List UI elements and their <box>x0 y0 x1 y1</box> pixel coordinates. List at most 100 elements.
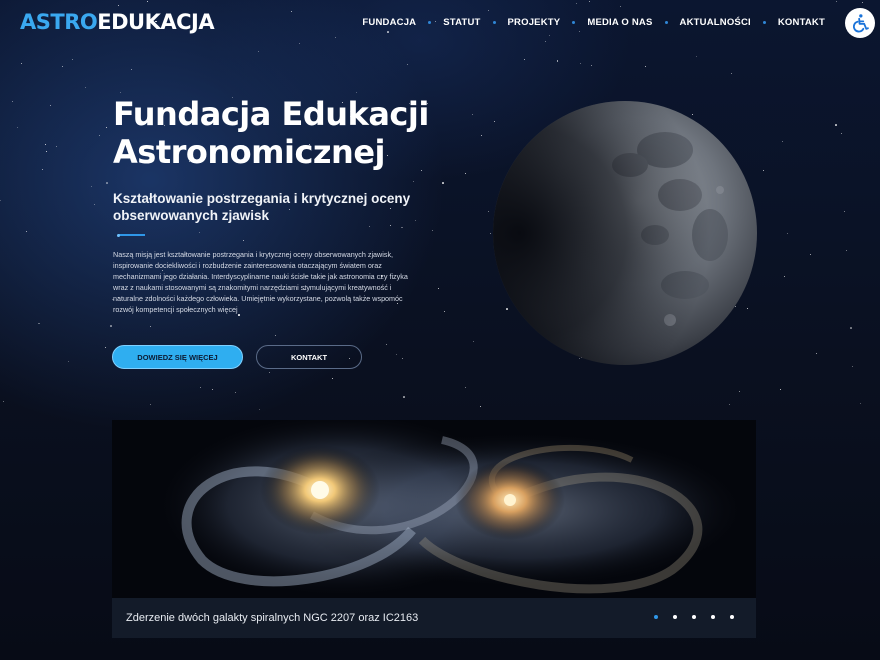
nav-separator <box>762 21 766 24</box>
star <box>786 233 788 235</box>
nav-item-media[interactable]: MEDIA O NAS <box>587 17 652 28</box>
star <box>846 249 848 251</box>
star <box>44 144 46 146</box>
wheelchair-icon <box>853 14 869 33</box>
star <box>556 60 559 62</box>
hero-subtitle: Kształtowanie postrzegania i krytycznej … <box>113 191 411 223</box>
star <box>579 63 581 65</box>
star <box>290 11 292 13</box>
star <box>487 9 489 11</box>
star <box>437 288 439 290</box>
star <box>274 334 276 336</box>
star <box>368 225 370 227</box>
star <box>110 325 112 327</box>
star <box>389 225 391 227</box>
hero-divider-dot <box>117 234 120 237</box>
hero-title-line2: Astronomicznej <box>113 133 386 171</box>
star <box>444 311 446 312</box>
star <box>739 391 741 393</box>
star <box>401 226 404 229</box>
star <box>299 42 301 44</box>
nav-item-kontakt[interactable]: KONTAKT <box>778 17 825 28</box>
nav-separator <box>428 21 432 24</box>
star <box>119 91 121 93</box>
star <box>549 35 551 37</box>
star <box>71 58 73 60</box>
hero-title: Fundacja Edukacji Astronomicznej <box>113 95 453 171</box>
star <box>407 64 409 66</box>
star <box>403 396 405 399</box>
star <box>859 403 861 405</box>
star <box>99 134 101 136</box>
nav-item-projekty[interactable]: PROJEKTY <box>508 17 561 28</box>
star <box>441 182 444 184</box>
nav-separator <box>492 21 496 24</box>
gallery-caption-bar: Zderzenie dwóch galakty spiralnych NGC 2… <box>112 598 756 638</box>
star <box>387 30 390 33</box>
star <box>472 340 474 342</box>
star <box>62 66 64 68</box>
slider-dot[interactable] <box>711 615 715 619</box>
contact-button[interactable]: KONTAKT <box>256 345 362 369</box>
star <box>695 56 697 58</box>
gallery-slide-image[interactable] <box>112 420 756 598</box>
star <box>199 231 201 233</box>
slider-dot[interactable] <box>654 615 658 619</box>
star <box>835 124 837 127</box>
star <box>464 386 466 388</box>
star <box>815 352 817 354</box>
star <box>588 1 590 3</box>
star <box>545 40 547 42</box>
star <box>591 64 593 66</box>
star <box>619 5 621 7</box>
learn-more-button[interactable]: DOWIEDZ SIĘ WIĘCEJ <box>112 345 243 369</box>
star <box>106 182 108 184</box>
star <box>200 387 202 389</box>
star <box>268 372 270 374</box>
star <box>11 100 13 102</box>
star <box>334 37 336 39</box>
star <box>431 229 433 231</box>
star <box>479 405 481 407</box>
star <box>56 145 58 147</box>
site-logo[interactable]: ASTROEDUKACJA <box>20 10 215 34</box>
star <box>105 127 107 129</box>
star <box>386 343 388 345</box>
slider-dot[interactable] <box>692 615 696 619</box>
slider-pagination <box>639 615 734 619</box>
main-navigation: FUNDACJA STATUT PROJEKTY MEDIA O NAS AKT… <box>362 17 825 28</box>
star <box>840 133 842 135</box>
star <box>130 68 132 70</box>
slider-dot[interactable] <box>730 615 734 619</box>
star <box>644 65 646 67</box>
nav-item-aktualnosci[interactable]: AKTUALNOŚCI <box>680 17 751 28</box>
star <box>401 357 403 359</box>
star <box>16 127 18 129</box>
star <box>211 388 213 390</box>
star <box>524 58 526 60</box>
star <box>90 185 92 187</box>
star <box>412 180 414 182</box>
star <box>94 203 96 205</box>
star <box>149 404 151 406</box>
star <box>85 87 87 89</box>
star <box>851 366 853 368</box>
star <box>0 199 2 201</box>
nav-item-statut[interactable]: STATUT <box>443 17 480 28</box>
star <box>578 31 580 33</box>
star <box>37 322 40 325</box>
star <box>259 409 261 411</box>
star <box>850 327 852 330</box>
star <box>105 346 107 348</box>
slider-dot[interactable] <box>673 615 677 619</box>
star <box>147 1 149 3</box>
star <box>844 210 846 212</box>
star <box>41 169 43 171</box>
star <box>835 0 837 2</box>
star <box>472 114 474 116</box>
star <box>575 3 577 5</box>
star <box>117 5 119 7</box>
nav-item-fundacja[interactable]: FUNDACJA <box>362 17 416 28</box>
accessibility-button[interactable] <box>845 8 875 38</box>
star <box>332 378 334 380</box>
